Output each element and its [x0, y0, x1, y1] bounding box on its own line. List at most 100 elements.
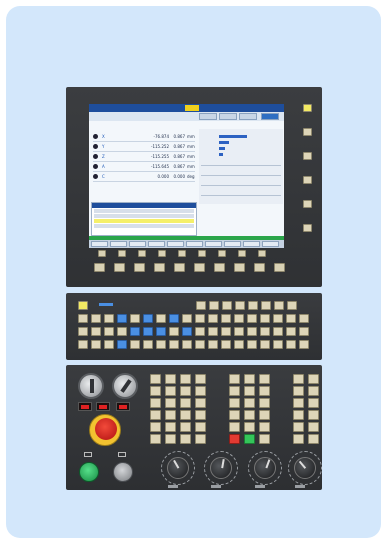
keyboard-key[interactable]	[91, 327, 101, 336]
keyboard-function-key[interactable]	[156, 327, 166, 336]
panel-key[interactable]	[244, 386, 255, 396]
keyboard-key[interactable]	[221, 314, 231, 323]
function-key[interactable]	[114, 263, 125, 272]
panel-key[interactable]	[244, 398, 255, 408]
function-key[interactable]	[254, 263, 265, 272]
panel-key[interactable]	[165, 386, 176, 396]
keyboard-key[interactable]	[299, 340, 309, 349]
function-key[interactable]	[214, 263, 225, 272]
keyboard-key[interactable]	[260, 314, 270, 323]
panel-key[interactable]	[308, 410, 319, 420]
panel-key[interactable]	[244, 374, 255, 384]
keyboard-key[interactable]	[234, 340, 244, 349]
panel-key[interactable]	[259, 374, 270, 384]
panel-key[interactable]	[180, 386, 191, 396]
keyboard-key[interactable]	[247, 340, 257, 349]
key-switch-knob[interactable]	[78, 373, 104, 399]
panel-key[interactable]	[195, 422, 206, 432]
keyboard-key[interactable]	[222, 301, 232, 310]
screen-tab-2[interactable]	[219, 113, 237, 120]
panel-key[interactable]	[293, 410, 304, 420]
keyboard-key[interactable]	[247, 314, 257, 323]
key-switch-knob[interactable]	[112, 373, 138, 399]
panel-key[interactable]	[180, 434, 191, 444]
keyboard-key-reset[interactable]	[78, 301, 88, 310]
screen-tab-1[interactable]	[199, 113, 217, 120]
keyboard-key[interactable]	[273, 327, 283, 336]
keyboard-key[interactable]	[104, 340, 114, 349]
panel-key[interactable]	[229, 410, 240, 420]
keyboard-key[interactable]	[195, 340, 205, 349]
keyboard-key[interactable]	[299, 327, 309, 336]
side-key[interactable]	[303, 224, 312, 232]
panel-key[interactable]	[229, 374, 240, 384]
panel-key[interactable]	[293, 422, 304, 432]
softkey-button[interactable]	[138, 250, 146, 257]
keyboard-key[interactable]	[273, 314, 283, 323]
keyboard-key[interactable]	[260, 327, 270, 336]
keyboard-key[interactable]	[234, 327, 244, 336]
panel-key[interactable]	[308, 374, 319, 384]
function-key[interactable]	[274, 263, 285, 272]
panel-key[interactable]	[180, 410, 191, 420]
keyboard-key[interactable]	[208, 327, 218, 336]
keyboard-key[interactable]	[169, 340, 179, 349]
keyboard-key[interactable]	[195, 314, 205, 323]
keyboard-key[interactable]	[287, 301, 297, 310]
function-key[interactable]	[234, 263, 245, 272]
keyboard-function-key[interactable]	[143, 327, 153, 336]
keyboard-key[interactable]	[104, 327, 114, 336]
side-key[interactable]	[303, 176, 312, 184]
function-key[interactable]	[94, 263, 105, 272]
panel-key[interactable]	[195, 398, 206, 408]
keyboard-key[interactable]	[221, 327, 231, 336]
keyboard-key[interactable]	[196, 301, 206, 310]
feed-hold-button[interactable]	[113, 462, 133, 482]
keyboard-key[interactable]	[248, 301, 258, 310]
keyboard-key[interactable]	[143, 340, 153, 349]
panel-key[interactable]	[244, 422, 255, 432]
softkey-button[interactable]	[238, 250, 246, 257]
panel-key[interactable]	[293, 386, 304, 396]
softkey-button[interactable]	[158, 250, 166, 257]
softkey-button[interactable]	[218, 250, 226, 257]
keyboard-key[interactable]	[78, 327, 88, 336]
keyboard-key[interactable]	[235, 301, 245, 310]
screen-tab-3[interactable]	[239, 113, 257, 120]
keyboard-key[interactable]	[78, 314, 88, 323]
panel-key[interactable]	[229, 386, 240, 396]
mode-select-dial[interactable]	[294, 457, 316, 479]
keyboard-key[interactable]	[261, 301, 271, 310]
panel-key[interactable]	[195, 374, 206, 384]
keyboard-key[interactable]	[234, 314, 244, 323]
keyboard-key[interactable]	[156, 340, 166, 349]
keyboard-function-key[interactable]	[143, 314, 153, 323]
softkey-button[interactable]	[118, 250, 126, 257]
function-key[interactable]	[194, 263, 205, 272]
keyboard-key[interactable]	[299, 314, 309, 323]
side-key[interactable]	[303, 200, 312, 208]
keyboard-key[interactable]	[169, 327, 179, 336]
panel-key[interactable]	[165, 422, 176, 432]
function-key[interactable]	[174, 263, 185, 272]
panel-key[interactable]	[308, 386, 319, 396]
panel-key[interactable]	[165, 374, 176, 384]
keyboard-key[interactable]	[208, 314, 218, 323]
panel-status-key[interactable]	[244, 434, 255, 444]
panel-key[interactable]	[150, 434, 161, 444]
side-key[interactable]	[303, 152, 312, 160]
panel-key[interactable]	[308, 434, 319, 444]
panel-key[interactable]	[180, 374, 191, 384]
panel-key[interactable]	[308, 398, 319, 408]
keyboard-key[interactable]	[91, 340, 101, 349]
panel-key[interactable]	[259, 410, 270, 420]
keyboard-key[interactable]	[130, 314, 140, 323]
function-key[interactable]	[154, 263, 165, 272]
feed-override-dial[interactable]	[167, 457, 189, 479]
panel-key[interactable]	[308, 422, 319, 432]
panel-key[interactable]	[165, 410, 176, 420]
panel-key[interactable]	[293, 434, 304, 444]
keyboard-key[interactable]	[221, 340, 231, 349]
panel-key[interactable]	[229, 422, 240, 432]
keyboard-key[interactable]	[182, 340, 192, 349]
